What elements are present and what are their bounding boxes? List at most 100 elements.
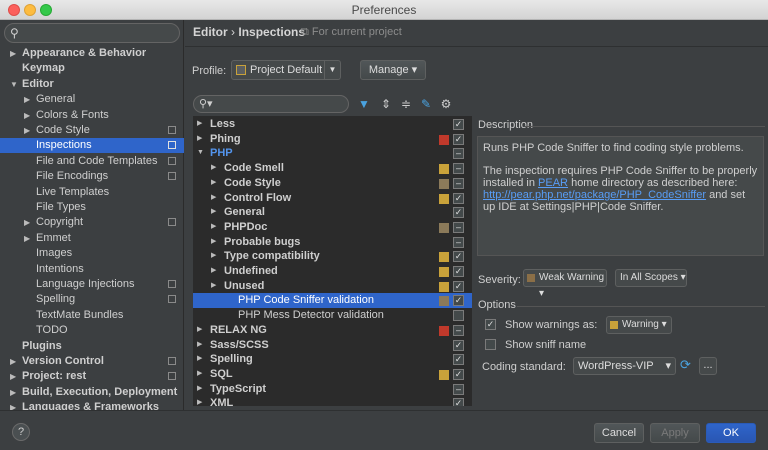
inspection-checkbox[interactable]: ✓ (453, 192, 464, 204)
inspection-checkbox[interactable] (453, 310, 464, 322)
chevron-right-icon[interactable]: ▶ (10, 369, 16, 384)
inspection-row[interactable]: ▶ Probable bugs – (193, 235, 472, 250)
expand-all-icon[interactable]: ⇕ (379, 97, 393, 111)
inspection-row[interactable]: ▶ PHPDoc – (193, 220, 472, 235)
sidebar-item[interactable]: ▶ Version Control (0, 354, 184, 369)
chevron-right-icon[interactable]: ▶ (24, 92, 30, 107)
inspection-row[interactable]: ▼ PHP – (193, 146, 472, 161)
inspection-checkbox[interactable]: – (453, 324, 464, 336)
sidebar-item[interactable]: Language Injections (0, 277, 184, 292)
inspection-row[interactable]: ▶ SQL ✓ (193, 367, 472, 382)
sidebar-item[interactable]: ▼ Editor (0, 77, 184, 92)
chevron-right-icon[interactable]: ▶ (211, 176, 216, 191)
chevron-right-icon[interactable]: ▶ (211, 279, 216, 294)
inspection-checkbox[interactable]: – (453, 163, 464, 175)
filter-icon[interactable]: ▼ (357, 97, 371, 111)
gear-icon[interactable]: ⚙ (439, 97, 453, 111)
chevron-right-icon[interactable]: ▶ (10, 354, 16, 369)
cancel-button[interactable]: Cancel (594, 423, 644, 443)
show-sniff-name-checkbox[interactable] (485, 339, 496, 350)
minimize-window-button[interactable] (24, 4, 36, 16)
chevron-right-icon[interactable]: ▶ (197, 367, 202, 382)
chevron-right-icon[interactable]: ▶ (24, 108, 30, 123)
inspection-checkbox[interactable]: – (453, 383, 464, 395)
inspection-checkbox[interactable]: – (453, 236, 464, 248)
refresh-icon[interactable]: ⟳ (680, 357, 691, 373)
chevron-right-icon[interactable]: ▶ (10, 46, 16, 61)
chevron-right-icon[interactable]: ▶ (211, 205, 216, 220)
chevron-right-icon[interactable]: ▶ (211, 191, 216, 206)
chevron-right-icon[interactable]: ▶ (197, 382, 202, 397)
inspection-row[interactable]: ▶ Phing ✓ (193, 132, 472, 147)
inspection-row[interactable]: PHP Code Sniffer validation ✓ (193, 293, 472, 309)
chevron-right-icon[interactable]: ▶ (197, 132, 202, 147)
chevron-right-icon[interactable]: ▶ (211, 264, 216, 279)
pear-link[interactable]: PEAR (538, 177, 568, 189)
inspection-row[interactable]: ▶ Spelling ✓ (193, 352, 472, 367)
sidebar-item[interactable]: ▶ Project: rest (0, 369, 184, 384)
inspection-checkbox[interactable]: – (453, 148, 464, 160)
show-warnings-checkbox[interactable]: ✓ (485, 319, 496, 330)
sidebar-item[interactable]: Keymap (0, 61, 184, 76)
sidebar-item[interactable]: Intentions (0, 262, 184, 277)
inspection-row[interactable]: ▶ Type compatibility ✓ (193, 249, 472, 264)
inspection-checkbox[interactable]: – (453, 221, 464, 233)
chevron-right-icon[interactable]: ▶ (197, 396, 202, 406)
sidebar-item[interactable]: TODO (0, 323, 184, 338)
chevron-right-icon[interactable]: ▶ (197, 117, 202, 132)
inspection-checkbox[interactable]: ✓ (453, 368, 464, 380)
manage-button[interactable]: Manage ▾ (360, 60, 426, 80)
sidebar-item[interactable]: Images (0, 246, 184, 261)
inspection-checkbox[interactable]: ✓ (453, 280, 464, 292)
sidebar-item[interactable]: File and Code Templates (0, 154, 184, 169)
browse-button[interactable]: ... (699, 357, 717, 375)
inspection-checkbox[interactable]: – (453, 177, 464, 189)
inspection-row[interactable]: ▶ Less ✓ (193, 117, 472, 132)
inspection-checkbox[interactable]: ✓ (453, 133, 464, 145)
sidebar-item[interactable]: Plugins (0, 339, 184, 354)
inspection-row[interactable]: ▶ Unused ✓ (193, 279, 472, 294)
sidebar-item[interactable]: ▶ Code Style (0, 123, 184, 138)
chevron-right-icon[interactable]: ▶ (197, 338, 202, 353)
chevron-right-icon[interactable]: ▶ (10, 385, 16, 400)
coding-standard-dropdown[interactable]: WordPress-VIP ▾ (573, 357, 676, 375)
chevron-right-icon[interactable]: ▶ (211, 161, 216, 176)
inspection-checkbox[interactable]: ✓ (453, 339, 464, 351)
chevron-right-icon[interactable]: ▶ (211, 235, 216, 250)
profile-dropdown[interactable]: Project Default ▼ (231, 60, 341, 80)
inspection-checkbox[interactable]: ✓ (453, 295, 464, 307)
chevron-down-icon[interactable]: ▼ (10, 77, 18, 92)
sidebar-item[interactable]: ▶ Emmet (0, 231, 184, 246)
sidebar-item[interactable]: ▶ Colors & Fonts (0, 108, 184, 123)
sidebar-item[interactable]: Live Templates (0, 185, 184, 200)
sidebar-item[interactable]: ▶ Copyright (0, 215, 184, 230)
inspection-row[interactable]: ▶ RELAX NG – (193, 323, 472, 338)
inspection-row[interactable]: ▶ Control Flow ✓ (193, 191, 472, 206)
inspection-checkbox[interactable]: ✓ (453, 354, 464, 366)
chevron-right-icon[interactable]: ▶ (211, 249, 216, 264)
inspection-row[interactable]: ▶ Sass/SCSS ✓ (193, 338, 472, 353)
sidebar-item[interactable]: ▶ Build, Execution, Deployment (0, 385, 184, 400)
sidebar-item[interactable]: ▶ Appearance & Behavior (0, 46, 184, 61)
inspection-checkbox[interactable]: ✓ (453, 119, 464, 130)
inspection-row[interactable]: ▶ Code Smell – (193, 161, 472, 176)
chevron-right-icon[interactable]: ▶ (197, 352, 202, 367)
inspection-checkbox[interactable]: ✓ (453, 251, 464, 263)
ok-button[interactable]: OK (706, 423, 756, 443)
collapse-all-icon[interactable]: ≑ (399, 97, 413, 111)
codesniffer-link[interactable]: http://pear.php.net/package/PHP_CodeSnif… (483, 189, 706, 201)
settings-search-input[interactable]: ⚲ (4, 23, 180, 43)
inspection-checkbox[interactable]: ✓ (453, 398, 464, 406)
chevron-down-icon[interactable]: ▼ (197, 146, 204, 161)
sidebar-item[interactable]: Spelling (0, 292, 184, 307)
scope-dropdown[interactable]: In All Scopes ▾ (615, 269, 687, 287)
inspection-row[interactable]: ▶ XML ✓ (193, 396, 472, 406)
chevron-right-icon[interactable]: ▶ (24, 215, 30, 230)
sidebar-item[interactable]: File Encodings (0, 169, 184, 184)
inspection-checkbox[interactable]: ✓ (453, 266, 464, 277)
chevron-right-icon[interactable]: ▶ (24, 123, 30, 138)
inspection-checkbox[interactable]: ✓ (453, 207, 464, 219)
sidebar-item[interactable]: ▶ General (0, 92, 184, 107)
apply-button[interactable]: Apply (650, 423, 700, 443)
help-button[interactable]: ? (12, 423, 30, 441)
